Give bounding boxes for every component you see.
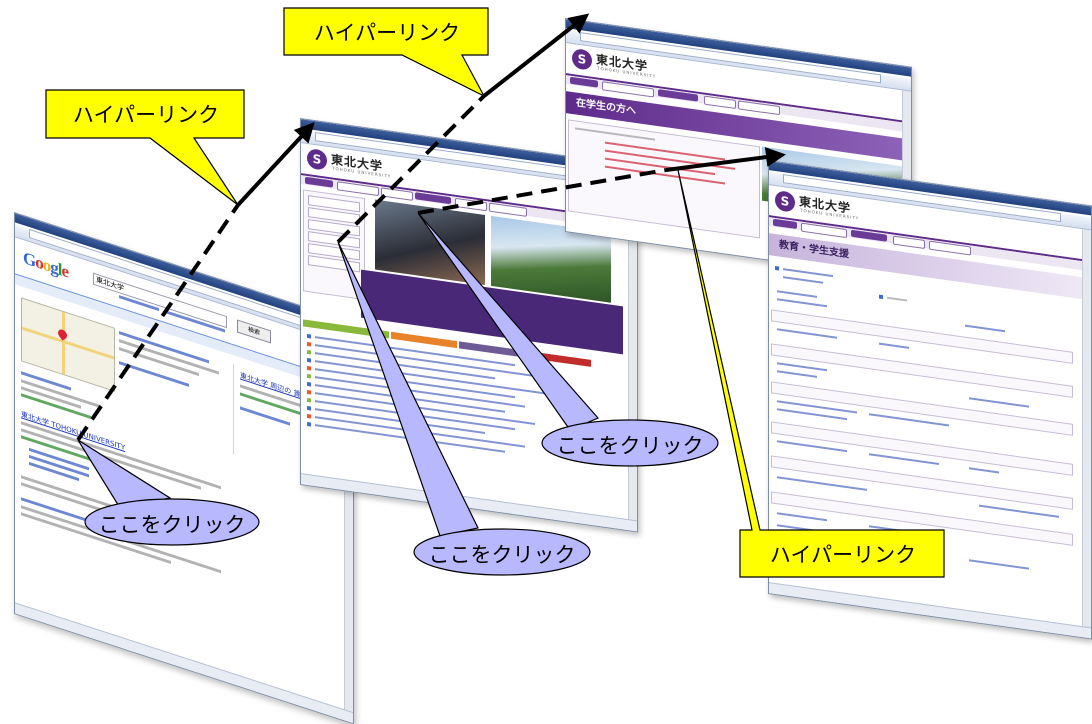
nav-tab[interactable] <box>381 187 413 201</box>
news-bullet-icon <box>307 405 311 411</box>
link-line[interactable] <box>783 276 823 284</box>
link-line[interactable] <box>777 298 827 308</box>
category-bar[interactable] <box>391 331 457 349</box>
nav-tab[interactable] <box>305 176 333 188</box>
google-logo-letter: e <box>61 260 69 282</box>
nav-tab[interactable] <box>455 197 487 212</box>
link-line[interactable] <box>969 467 999 474</box>
result-line <box>21 428 201 490</box>
google-logo-letter: G <box>23 247 36 271</box>
link-line[interactable] <box>777 290 817 298</box>
category-bar[interactable] <box>459 341 529 359</box>
tohoku-emblem-icon: S <box>775 189 795 213</box>
google-search-button[interactable]: 検索 <box>237 319 271 344</box>
news-line <box>575 127 655 141</box>
tohoku-emblem-icon: S <box>307 147 327 171</box>
link-line <box>887 296 907 302</box>
news-bullet-icon <box>307 365 311 371</box>
news-bullet-icon <box>307 333 311 339</box>
news-bullet-icon <box>307 349 311 355</box>
link-line[interactable] <box>965 324 1005 333</box>
link-line[interactable] <box>979 504 1059 518</box>
result-line <box>119 361 189 387</box>
support-scrollbar[interactable] <box>1082 229 1091 629</box>
news-bullet-icon <box>307 373 311 379</box>
google-logo-letter: o <box>35 251 43 274</box>
link-line[interactable] <box>777 362 827 372</box>
nav-tab[interactable] <box>773 218 797 230</box>
news-bullet-icon <box>307 413 311 419</box>
link-line[interactable] <box>777 512 827 522</box>
link-line[interactable] <box>777 524 817 532</box>
click-here-label-3: ここをクリック <box>556 434 704 458</box>
nav-tab[interactable] <box>704 95 736 110</box>
nav-tab[interactable] <box>570 76 598 88</box>
news-bullet-icon <box>307 341 311 347</box>
link-line[interactable] <box>869 525 909 533</box>
nav-tab[interactable] <box>893 235 925 250</box>
news-bullet-icon <box>307 397 311 403</box>
link-line[interactable] <box>777 370 817 378</box>
link-line[interactable] <box>777 328 837 339</box>
diagram-stage: Google 東北大学 検索 東北大学 周辺の 賃貸 東北大学 TOHOKU U… <box>0 0 1092 724</box>
click-here-label-2: ここをクリック <box>428 543 576 567</box>
news-bullet-icon <box>307 381 311 387</box>
news-line[interactable] <box>315 416 525 448</box>
news-line[interactable] <box>315 376 525 408</box>
link-bullet-icon <box>775 265 779 271</box>
google-logo-letter: g <box>50 256 58 279</box>
hyperlink-label-3: ハイパーリンク <box>769 543 917 567</box>
students-news-box <box>568 119 760 239</box>
hyperlink-label-2: ハイパーリンク <box>313 21 461 45</box>
category-bar[interactable] <box>531 351 591 367</box>
map-road <box>22 326 114 360</box>
click-here-label-1: ここをクリック <box>98 513 246 537</box>
link-bullet-icon <box>879 294 883 300</box>
hyperlink-label-1: ハイパーリンク <box>72 103 220 127</box>
tohoku-emblem-icon: S <box>572 47 592 71</box>
link-line[interactable] <box>969 397 1029 408</box>
news-bullet-icon <box>307 421 311 427</box>
map-road <box>62 311 65 375</box>
link-line[interactable] <box>783 268 833 278</box>
tohoku-top-side-menu <box>303 189 365 301</box>
campus-photo <box>375 199 485 286</box>
link-line[interactable] <box>969 559 1029 570</box>
news-line[interactable] <box>605 165 725 185</box>
news-bullet-icon <box>307 389 311 395</box>
link-line[interactable] <box>879 342 909 349</box>
news-bullet-icon <box>307 357 311 363</box>
